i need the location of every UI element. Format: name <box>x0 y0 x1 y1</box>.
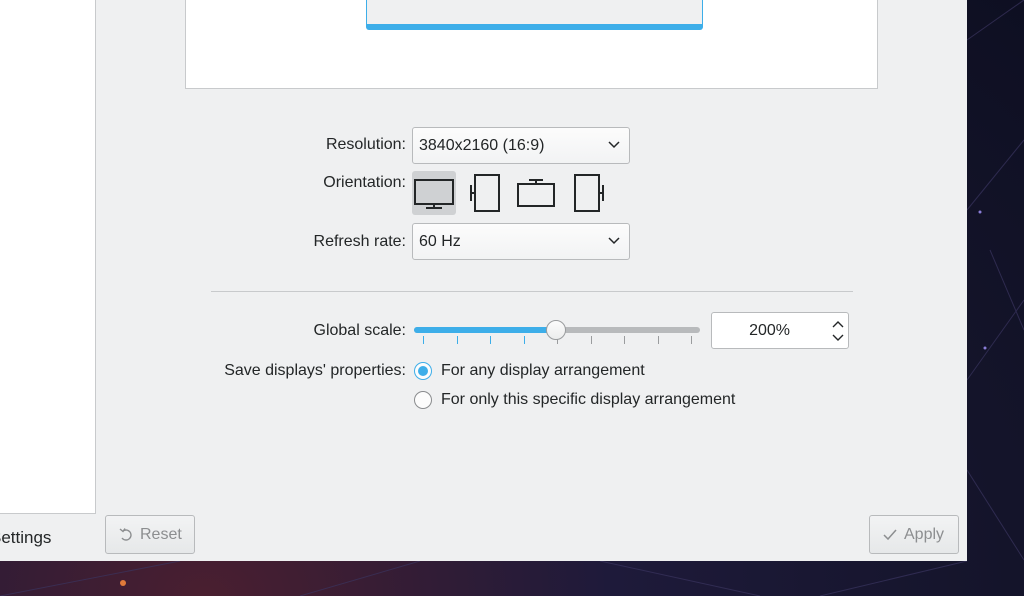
resolution-label: Resolution: <box>325 136 406 153</box>
radio-specific-arrangement[interactable] <box>414 391 432 409</box>
section-divider <box>211 291 853 292</box>
slider-tick <box>658 336 659 344</box>
chevron-down-icon <box>608 237 620 245</box>
undo-icon <box>119 528 132 541</box>
resolution-combobox[interactable]: 3840x2160 (16:9) <box>412 127 630 164</box>
refresh-rate-combobox[interactable]: 60 Hz <box>412 223 630 260</box>
global-scale-label: Global scale: <box>313 322 407 339</box>
reset-button[interactable]: Reset <box>105 515 195 554</box>
slider-tick <box>691 336 692 344</box>
slider-fill <box>414 327 556 333</box>
display-settings-window: Settings Resolution: 3840x2160 (16:9) Or… <box>0 0 967 561</box>
resolution-value: 3840x2160 (16:9) <box>419 137 545 154</box>
sidebar-footer-item[interactable]: Settings <box>0 513 96 561</box>
slider-tick <box>591 336 592 344</box>
spin-arrows-icon[interactable] <box>831 317 845 345</box>
global-scale-spinbox[interactable]: 200% <box>711 312 849 349</box>
portrait-right-icon <box>574 174 604 212</box>
reset-label: Reset <box>140 526 182 543</box>
orientation-portrait-right-button[interactable] <box>566 171 610 215</box>
wallpaper-dot <box>120 580 126 586</box>
display-preview-area <box>185 0 878 89</box>
landscape-icon <box>414 179 454 209</box>
refresh-rate-value: 60 Hz <box>419 233 461 250</box>
refresh-rate-label: Refresh rate: <box>313 233 406 250</box>
slider-tick <box>624 336 625 344</box>
orientation-landscape-button[interactable] <box>412 171 456 215</box>
chevron-down-icon <box>608 141 620 149</box>
landscape-flipped-icon <box>517 179 555 207</box>
slider-handle[interactable] <box>546 320 566 340</box>
orientation-portrait-left-button[interactable] <box>464 171 508 215</box>
radio-any-arrangement[interactable] <box>414 362 432 380</box>
slider-tick <box>490 336 491 344</box>
radio-any-arrangement-label[interactable]: For any display arrangement <box>441 362 645 380</box>
orientation-label: Orientation: <box>323 174 406 191</box>
slider-tick <box>457 336 458 344</box>
orientation-landscape-flipped-button[interactable] <box>515 171 559 215</box>
save-properties-label: Save displays' properties: <box>224 362 406 379</box>
slider-tick <box>423 336 424 344</box>
apply-label: Apply <box>904 526 945 543</box>
sidebar-footer-label: Settings <box>0 528 52 547</box>
global-scale-value: 200% <box>749 322 790 339</box>
portrait-left-icon <box>470 174 500 212</box>
monitor-thumbnail[interactable] <box>366 0 703 30</box>
slider-tick <box>524 336 525 344</box>
checkmark-icon <box>883 529 897 541</box>
apply-button[interactable]: Apply <box>869 515 959 554</box>
radio-specific-arrangement-label[interactable]: For only this specific display arrangeme… <box>441 391 735 409</box>
sidebar: Settings <box>0 0 96 561</box>
